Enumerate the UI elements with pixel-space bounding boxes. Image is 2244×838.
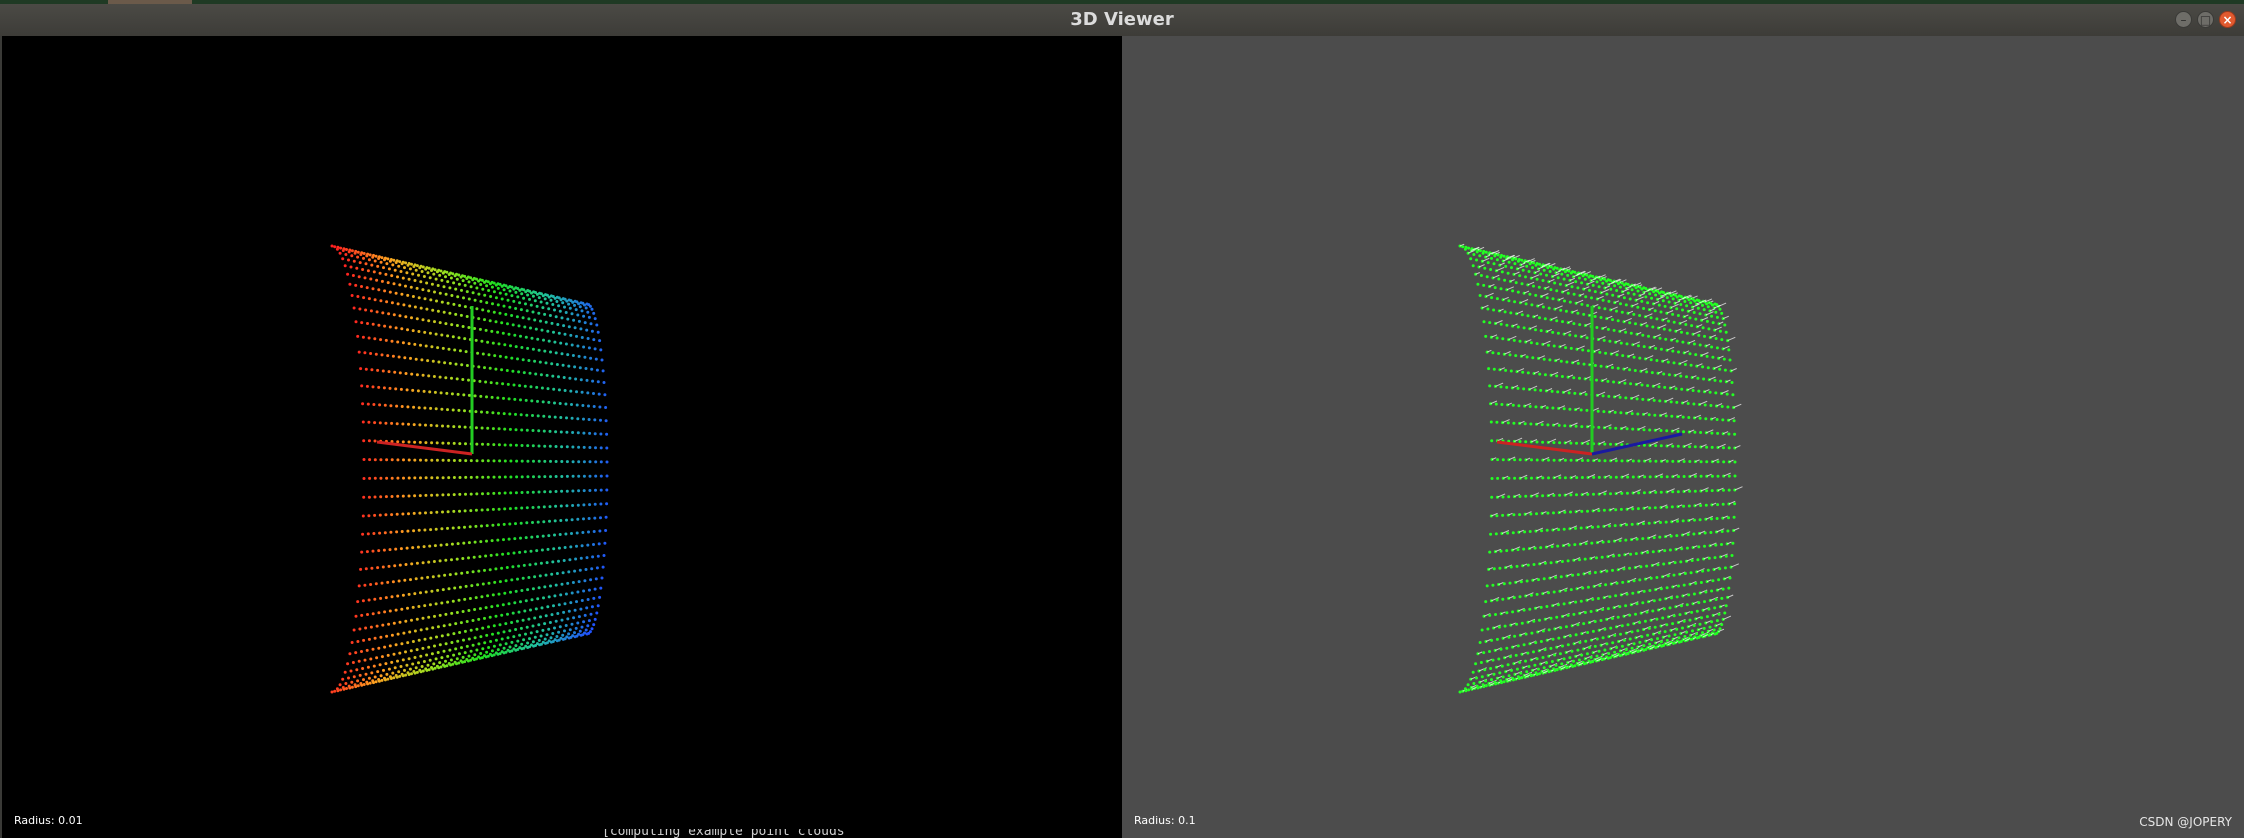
terminal-peek-text: [computing example point clouds (602, 829, 845, 838)
minimize-button[interactable]: – (2175, 11, 2192, 28)
point-cloud (330, 244, 609, 694)
close-icon: × (2222, 13, 2233, 27)
window-titlebar[interactable]: 3D Viewer – □ × (0, 4, 2244, 37)
minimize-icon: – (2180, 13, 2187, 27)
point-cloud (1458, 243, 1743, 694)
window-title: 3D Viewer (1070, 9, 1174, 30)
maximize-icon: □ (2199, 13, 2212, 27)
viewport-right[interactable]: Radius: 0.1 CSDN @JOPERY (1122, 36, 2244, 838)
maximize-button[interactable]: □ (2197, 11, 2214, 28)
terminal-peek: [computing example point clouds (602, 829, 982, 838)
point-cloud-view-right[interactable] (1122, 36, 2244, 838)
viewport-left[interactable]: Radius: 0.01 (0, 36, 1122, 838)
point-cloud-view-left[interactable] (2, 36, 1122, 838)
radius-label-left: Radius: 0.01 (14, 814, 83, 827)
radius-label-right: Radius: 0.1 (1134, 814, 1196, 827)
x-axis (376, 440, 473, 456)
watermark: CSDN @JOPERY (2139, 815, 2232, 829)
close-button[interactable]: × (2219, 11, 2236, 28)
